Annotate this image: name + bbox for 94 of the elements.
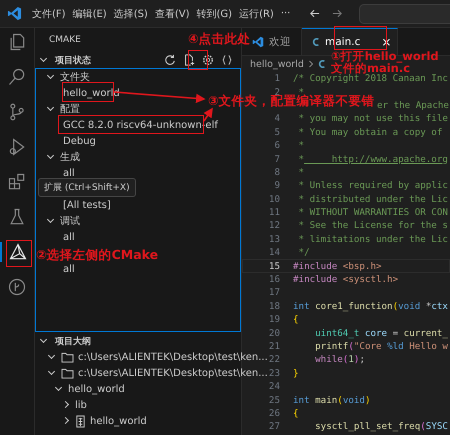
line-number: 15 <box>268 260 280 272</box>
forward-arrow-icon[interactable] <box>332 8 344 19</box>
line-number: 17 <box>268 287 280 298</box>
tree-item[interactable]: all <box>63 264 75 274</box>
line-number: 4 <box>274 113 280 124</box>
line-number: 20 <box>268 328 280 339</box>
line-number: 6 <box>274 140 280 152</box>
line-number: 22 <box>268 354 280 366</box>
vscode-logo-icon <box>252 36 264 48</box>
code-line: * Unless required by applic <box>298 180 448 192</box>
menu-item[interactable]: 文件(F) <box>32 6 66 20</box>
code-line: * <box>298 166 304 178</box>
code-line: * distributed under the Lic <box>298 194 448 205</box>
outline-item[interactable]: hello_world <box>90 416 147 426</box>
folder-icon <box>61 352 74 362</box>
menu-item[interactable]: ··· <box>280 8 290 19</box>
code-line: * You may obtain a copy of <box>298 126 442 138</box>
tree-item[interactable]: 配置 <box>60 102 80 116</box>
menu-item[interactable]: 选择(S) <box>114 6 148 20</box>
line-number: 24 <box>268 381 280 392</box>
c-file-icon <box>312 37 320 47</box>
outline-item[interactable]: hello_world <box>68 384 125 394</box>
highlight-frame <box>188 50 208 70</box>
code-line: #include <sysctl.h> <box>293 274 398 286</box>
line-number: 5 <box>274 126 280 138</box>
tree-item[interactable]: 生成 <box>60 150 80 164</box>
outline-item[interactable]: c:\Users\ALIENTEK\Desktop\test\ken... <box>78 352 268 362</box>
gear-icon[interactable] <box>202 54 214 66</box>
c-file-icon <box>318 59 326 69</box>
code-line: er the Apache <box>377 100 449 111</box>
line-number: 16 <box>268 274 280 286</box>
tree-item[interactable]: [All tests] <box>63 200 111 210</box>
line-number: 14 <box>268 247 280 258</box>
code-line: } <box>293 368 299 379</box>
code-line: * limitations under the Lic <box>298 234 448 245</box>
panel-title: CMAKE <box>49 35 81 45</box>
highlight-frame <box>6 240 32 267</box>
folder-icon <box>61 368 74 378</box>
section-title[interactable]: 项目状态 <box>55 54 91 66</box>
code-line: printf("Core %ld Hello w <box>314 341 448 352</box>
code-line: * See the License for the s <box>298 220 448 232</box>
code-line: int main(void) <box>293 394 371 406</box>
code-line: while(1); <box>314 354 365 366</box>
breadcrumb-item[interactable]: hello_world <box>250 58 304 70</box>
code-line: #include <bsp.h> <box>293 260 382 272</box>
code-line: * <box>298 140 304 152</box>
refresh-icon[interactable] <box>164 54 176 66</box>
code-line: */ <box>298 247 310 258</box>
code-line: { <box>293 314 299 326</box>
line-number: 27 <box>268 421 280 432</box>
vscode-logo-icon <box>7 6 22 21</box>
annotation-text: ②选择左侧的CMake <box>36 247 158 264</box>
line-number: 19 <box>268 314 280 326</box>
braces-icon[interactable] <box>221 54 233 66</box>
menu-item[interactable]: 运行(R) <box>239 6 274 20</box>
code-line: * WITHOUT WARRANTIES OR CON <box>298 207 448 218</box>
tree-item[interactable]: all <box>63 232 75 242</box>
line-number: 26 <box>268 408 280 419</box>
annotation-arrow <box>203 108 213 122</box>
menu-item[interactable]: 查看(V) <box>154 6 190 20</box>
code-line: uint64_t core = current_ <box>314 328 448 339</box>
line-number: 13 <box>268 234 280 245</box>
binary-file-icon <box>75 414 86 428</box>
line-number: 12 <box>268 220 280 232</box>
menu-item[interactable]: 转到(G) <box>196 6 232 20</box>
command-search-field[interactable] <box>359 4 450 24</box>
line-number: 23 <box>268 368 280 379</box>
line-number: 18 <box>268 300 280 312</box>
line-number: 8 <box>274 166 280 178</box>
back-arrow-icon[interactable] <box>309 8 320 19</box>
line-number: 9 <box>274 180 280 192</box>
tree-item[interactable]: 调试 <box>60 214 80 228</box>
tree-item[interactable]: Debug <box>63 136 96 146</box>
chevron-right-icon <box>308 60 314 68</box>
code-line: int core1_function(void *ctx <box>293 300 448 312</box>
new-file-icon[interactable] <box>183 54 195 66</box>
tooltip: 扩展 (Ctrl+Shift+X) <box>38 178 136 197</box>
line-number: 25 <box>268 394 280 406</box>
outline-item[interactable]: c:\Users\ALIENTEK\Desktop\test\ken... <box>78 368 268 378</box>
line-number: 21 <box>268 341 280 352</box>
code-line: * http://www.apache.org <box>298 154 448 165</box>
line-number: 1 <box>274 73 280 84</box>
section-title[interactable]: 项目大纲 <box>55 334 91 348</box>
code-line: sysctl_pll_set_freq(SYSC <box>314 421 448 432</box>
code-line: * you may not use this file <box>298 113 448 124</box>
tree-item[interactable]: all <box>63 168 75 178</box>
outline-item[interactable]: lib <box>75 400 87 410</box>
line-number: 7 <box>274 154 280 165</box>
line-number: 10 <box>268 194 280 205</box>
code-line: { <box>293 408 299 419</box>
menu-item[interactable]: 编辑(E) <box>72 6 107 20</box>
tree-item[interactable]: 文件夹 <box>60 70 90 84</box>
code-line: /* Copyright 2018 Canaan Inc <box>293 73 448 84</box>
line-number: 11 <box>268 207 280 218</box>
